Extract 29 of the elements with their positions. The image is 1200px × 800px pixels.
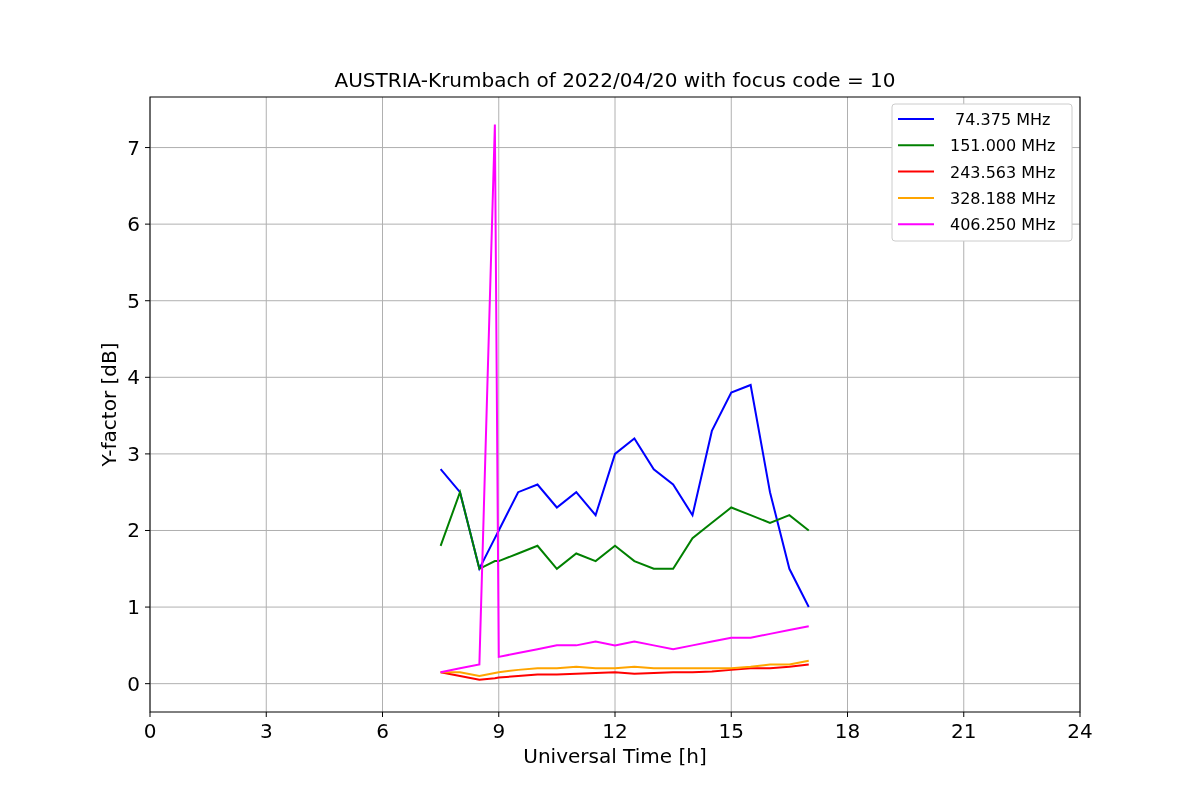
y-tick-label: 6	[127, 212, 140, 237]
y-tick-label: 1	[127, 595, 140, 620]
legend-label: 406.250 MHz	[950, 215, 1056, 235]
legend-swatch	[897, 144, 935, 147]
y-tick-label: 3	[127, 441, 140, 466]
legend-label: 328.188 MHz	[950, 188, 1056, 208]
legend-swatch	[897, 170, 935, 173]
legend-label: 74.375 MHz	[955, 110, 1051, 129]
x-tick-label: 9	[492, 719, 506, 743]
legend-label: 243.563 MHz	[950, 162, 1056, 182]
x-axis-label: Universal Time [h]	[523, 744, 707, 768]
x-tick-label: 21	[951, 719, 977, 743]
y-tick-label: 4	[127, 365, 140, 390]
y-tick-label: 0	[127, 671, 140, 696]
legend-swatch	[897, 223, 935, 226]
y-tick-label: 7	[127, 135, 140, 160]
y-tick-label: 2	[127, 518, 140, 543]
x-tick-label: 3	[259, 719, 273, 743]
x-tick-label: 15	[718, 719, 744, 743]
legend-label: 151.000 MHz	[950, 136, 1056, 156]
y-axis-label: Y-factor [dB]	[97, 342, 121, 467]
x-tick-label: 12	[602, 719, 628, 743]
x-tick-label: 6	[376, 719, 389, 743]
y-tick-label: 5	[127, 288, 140, 313]
x-tick-label: 0	[143, 719, 157, 743]
chart-title: AUSTRIA-Krumbach of 2022/04/20 with focus code = 10	[334, 68, 896, 92]
x-tick-label: 24	[1067, 719, 1093, 743]
x-tick-label: 18	[834, 719, 861, 743]
legend-swatch	[897, 196, 935, 199]
